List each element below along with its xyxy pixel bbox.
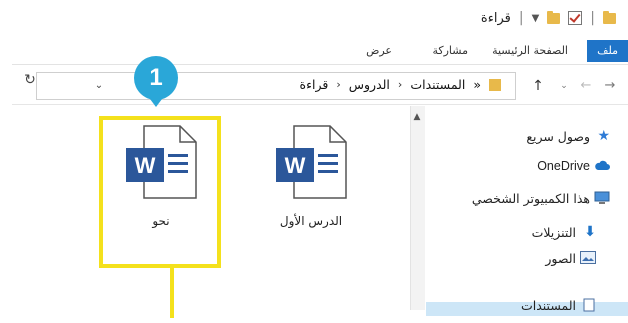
tab-home[interactable]: الصفحة الرئيسية	[482, 40, 578, 62]
nav-item-downloads[interactable]: ⬇ التنزيلات	[532, 222, 596, 242]
computer-icon	[594, 191, 610, 205]
documents-icon	[582, 298, 596, 312]
breadcrumb-item[interactable]: قراءة	[300, 77, 329, 92]
quick-access-toolbar: | ▼ | قراءة	[481, 8, 616, 28]
step-badge: 1	[134, 56, 178, 100]
up-arrow-icon[interactable]: ↑	[530, 78, 546, 94]
nav-item-pictures[interactable]: الصور	[545, 248, 596, 268]
scroll-up-icon[interactable]: ▲	[410, 110, 424, 124]
properties-icon[interactable]	[568, 11, 583, 25]
ribbon-tabs: ملف الصفحة الرئيسية مشاركة عرض	[12, 38, 628, 65]
highlight-box	[99, 116, 221, 268]
screenshot-frame: | ▼ | قراءة ملف الصفحة الرئيسية مشاركة ع…	[0, 0, 628, 323]
nav-item-label: الصور	[545, 250, 576, 266]
back-arrow-icon[interactable]: →	[602, 78, 618, 94]
file-name: الدرس الأول	[279, 214, 343, 228]
folder-icon	[603, 10, 616, 24]
nav-item-label: OneDrive	[537, 159, 590, 173]
nav-item-documents[interactable]: المستندات	[521, 298, 596, 312]
recent-locations-icon[interactable]: ⌄	[556, 78, 572, 94]
folder-icon	[489, 78, 501, 91]
separator: |	[518, 10, 524, 26]
window-title: قراءة	[480, 10, 511, 26]
nav-item-label: وصول سريع	[526, 128, 590, 144]
download-icon: ⬇	[584, 224, 596, 240]
chevron-left-icon[interactable]: ‹	[336, 78, 340, 91]
file-item[interactable]: W الدرس الأول	[266, 122, 356, 242]
refresh-icon[interactable]: ↻	[22, 72, 38, 88]
star-icon: ★	[597, 128, 610, 144]
vertical-scrollbar[interactable]	[410, 106, 425, 310]
nav-item-label: هذا الكمبيوتر الشخصي	[471, 190, 590, 206]
svg-text:W: W	[285, 153, 306, 178]
navigation-pane: ★ وصول سريع OneDrive هذا الكمبيوتر الشخص…	[426, 106, 628, 316]
pictures-icon	[580, 251, 596, 265]
tab-view[interactable]: عرض	[356, 40, 402, 62]
new-folder-icon[interactable]	[547, 10, 561, 24]
chevron-left-icon[interactable]: ‹	[398, 78, 402, 91]
cloud-icon	[595, 159, 610, 173]
separator: |	[590, 10, 595, 26]
tab-share[interactable]: مشاركة	[422, 40, 478, 62]
breadcrumb-overflow[interactable]: «	[473, 77, 481, 92]
nav-item-label: المستندات	[520, 298, 576, 312]
chevron-down-icon[interactable]: ▼	[532, 13, 540, 24]
word-document-icon: W	[276, 125, 347, 199]
callout-line	[170, 268, 174, 318]
breadcrumb-item[interactable]: الدروس	[349, 77, 390, 92]
forward-arrow-icon[interactable]: ←	[578, 78, 594, 94]
breadcrumb: « المستندات ‹ الدروس ‹ قراءة	[300, 77, 501, 92]
navigation-bar: → ← ⌄ ↑ « المستندات ‹ الدروس ‹ قراءة ⌄ ↻	[12, 68, 628, 105]
nav-item-onedrive[interactable]: OneDrive	[537, 156, 610, 176]
nav-item-quick-access[interactable]: ★ وصول سريع	[526, 126, 610, 146]
nav-item-this-pc[interactable]: هذا الكمبيوتر الشخصي	[472, 188, 610, 208]
address-bar[interactable]: « المستندات ‹ الدروس ‹ قراءة ⌄	[36, 72, 516, 100]
tab-file[interactable]: ملف	[587, 40, 628, 62]
address-history-dropdown[interactable]: ⌄	[91, 78, 107, 94]
title-bar: | ▼ | قراءة	[12, 0, 628, 34]
nav-item-label: التنزيلات	[531, 224, 576, 240]
breadcrumb-item[interactable]: المستندات	[410, 77, 465, 92]
